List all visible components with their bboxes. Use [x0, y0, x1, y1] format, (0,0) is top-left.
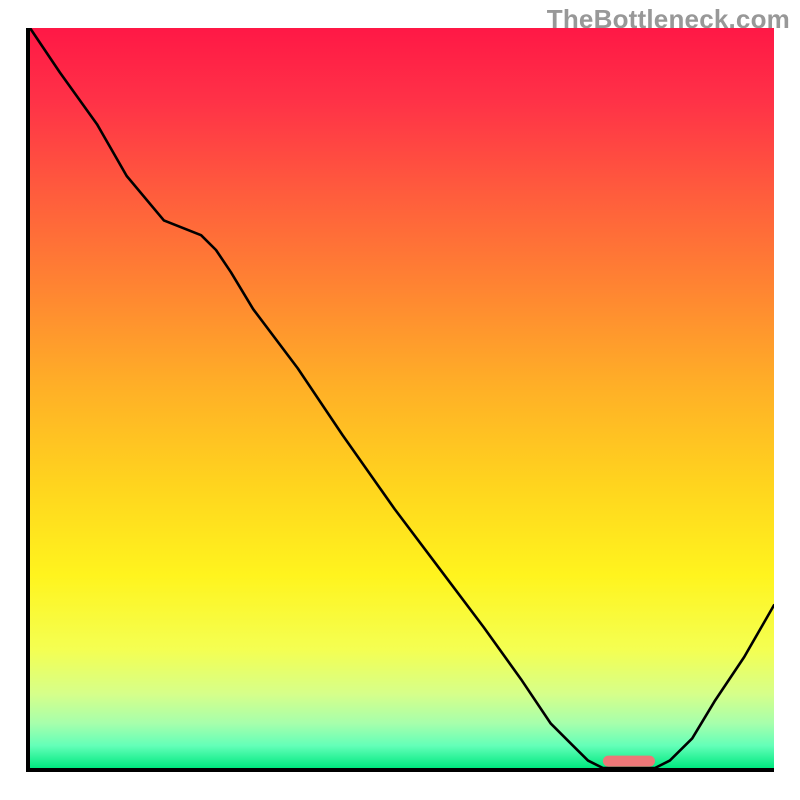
- gradient-fill: [30, 28, 774, 768]
- plot-area: [30, 28, 774, 768]
- optimal-marker: [603, 756, 655, 767]
- x-axis: [26, 768, 774, 772]
- plot-svg: [30, 28, 774, 768]
- chart-stage: TheBottleneck.com: [0, 0, 800, 800]
